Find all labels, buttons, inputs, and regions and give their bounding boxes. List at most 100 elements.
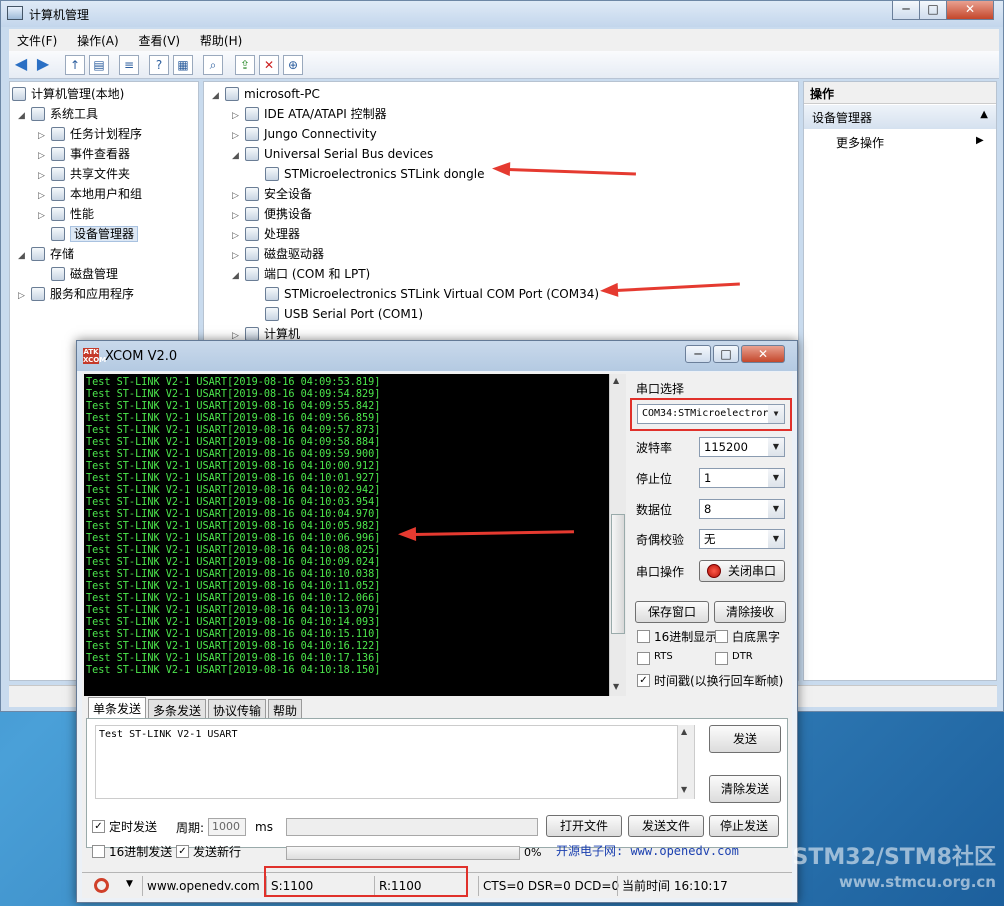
close-port-button[interactable]: 关闭串口	[699, 560, 785, 582]
device-node[interactable]: ▷ IDE ATA/ATAPI 控制器	[232, 105, 387, 123]
receive-area[interactable]: Test ST-LINK V2-1 USART[2019-08-16 04:09…	[84, 374, 626, 696]
timed-send-checkbox[interactable]: ✓	[92, 820, 105, 833]
white-bg-checkbox[interactable]	[715, 630, 728, 643]
device-node[interactable]: ▷ Jungo Connectivity	[232, 125, 377, 143]
tree-node[interactable]: 计算机管理(本地)	[12, 85, 124, 103]
menu-view[interactable]: 查看(V)	[131, 29, 189, 52]
data-bits-select[interactable]: 8	[699, 499, 785, 519]
parity-select[interactable]: 无	[699, 529, 785, 549]
expander-icon[interactable]: ▷	[232, 247, 242, 265]
hex-display-checkbox[interactable]	[637, 630, 650, 643]
clear-send-button[interactable]: 清除发送	[709, 775, 781, 803]
tab-single-send[interactable]: 单条发送	[88, 697, 147, 719]
menu-action[interactable]: 操作(A)	[69, 29, 127, 52]
hex-send-checkbox[interactable]	[92, 845, 105, 858]
tree-node[interactable]: 磁盘管理	[51, 265, 118, 283]
expander-icon[interactable]: ▷	[232, 107, 242, 125]
view-icon[interactable]: ▦	[173, 55, 193, 75]
rts-checkbox[interactable]	[637, 652, 650, 665]
scroll-thumb[interactable]	[611, 514, 625, 634]
expander-icon[interactable]: ▷	[38, 207, 48, 225]
xcom-maximize-button[interactable]: □	[713, 345, 739, 363]
tree-node[interactable]: 设备管理器	[51, 225, 139, 243]
tab-help[interactable]: 帮助	[268, 699, 303, 719]
scroll-up-icon[interactable]: ▲	[613, 376, 619, 385]
scroll-down-icon[interactable]: ▼	[681, 785, 687, 794]
device-node[interactable]: ▷ 安全设备	[232, 185, 312, 203]
device-node[interactable]: STMicroelectronics STLink dongle	[265, 165, 485, 183]
expander-icon[interactable]: ◢	[232, 267, 242, 285]
tree-node[interactable]: ◢ 系统工具	[18, 105, 98, 123]
period-input[interactable]: 1000	[208, 818, 246, 836]
expander-icon[interactable]: ◢	[18, 107, 28, 125]
device-node[interactable]: ◢ microsoft-PC	[212, 85, 320, 103]
back-icon[interactable]: ◀	[11, 55, 31, 75]
forward-icon[interactable]: ▶	[33, 55, 53, 75]
menu-file[interactable]: 文件(F)	[9, 29, 65, 52]
expander-icon[interactable]: ▷	[232, 207, 242, 225]
scroll-up-icon[interactable]: ▲	[681, 727, 687, 736]
menu-help[interactable]: 帮助(H)	[192, 29, 250, 52]
expander-icon[interactable]: ▷	[38, 167, 48, 185]
status-url[interactable]: www.openedv.com	[142, 876, 260, 896]
tree-node[interactable]: ◢ 存储	[18, 245, 74, 263]
update-driver-icon[interactable]: ⇪	[235, 55, 255, 75]
save-window-button[interactable]: 保存窗口	[635, 601, 709, 623]
expander-icon[interactable]: ▷	[38, 187, 48, 205]
expander-icon[interactable]: ▷	[38, 127, 48, 145]
send-newline-checkbox[interactable]: ✓	[176, 845, 189, 858]
expander-icon[interactable]: ◢	[18, 247, 28, 265]
open-file-button[interactable]: 打开文件	[546, 815, 622, 837]
expander-icon[interactable]: ◢	[232, 147, 242, 165]
uninstall-icon[interactable]: ✕	[259, 55, 279, 75]
up-folder-icon[interactable]: ↑	[65, 55, 85, 75]
device-node[interactable]: STMicroelectronics STLink Virtual COM Po…	[265, 285, 599, 303]
send-scrollbar[interactable]: ▲ ▼	[677, 725, 694, 799]
minimize-button[interactable]: ─	[892, 1, 920, 20]
tree-node[interactable]: ▷ 服务和应用程序	[18, 285, 134, 303]
expander-icon[interactable]: ▷	[232, 187, 242, 205]
timestamp-checkbox[interactable]: ✓	[637, 674, 650, 687]
actions-group-device-manager[interactable]: 设备管理器 ▲	[804, 105, 996, 129]
xcom-minimize-button[interactable]: ─	[685, 345, 711, 363]
site-label[interactable]: 开源电子网: www.openedv.com	[556, 842, 739, 859]
tab-protocol[interactable]: 协议传输	[208, 699, 267, 719]
dropdown-arrow-icon[interactable]: ▼	[126, 879, 133, 889]
tree-node[interactable]: ▷ 共享文件夹	[38, 165, 130, 183]
properties-icon[interactable]: ≡	[119, 55, 139, 75]
stop-bits-select[interactable]: 1	[699, 468, 785, 488]
send-file-button[interactable]: 发送文件	[628, 815, 704, 837]
device-node[interactable]: ▷ 磁盘驱动器	[232, 245, 324, 263]
tab-multi-send[interactable]: 多条发送	[148, 699, 207, 719]
device-node[interactable]: ▷ 便携设备	[232, 205, 312, 223]
tree-node[interactable]: ▷ 本地用户和组	[38, 185, 142, 203]
help-icon[interactable]: ?	[149, 55, 169, 75]
tree-node[interactable]: ▷ 任务计划程序	[38, 125, 142, 143]
tree-node[interactable]: ▷ 性能	[38, 205, 94, 223]
more-actions[interactable]: 更多操作	[836, 134, 884, 151]
clear-receive-button[interactable]: 清除接收	[714, 601, 786, 623]
device-node[interactable]: ◢ 端口 (COM 和 LPT)	[232, 265, 370, 283]
expander-icon[interactable]: ▷	[232, 127, 242, 145]
expander-icon[interactable]: ▷	[18, 287, 28, 305]
collapse-icon[interactable]: ▲	[980, 109, 988, 120]
scan-hardware-icon[interactable]: ⌕	[203, 55, 223, 75]
tree-node[interactable]: ▷ 事件查看器	[38, 145, 130, 163]
xcom-close-button[interactable]: ✕	[741, 345, 785, 363]
send-textarea[interactable]: Test ST-LINK V2-1 USART	[95, 725, 695, 799]
close-button[interactable]: ✕	[946, 1, 994, 20]
device-node[interactable]: USB Serial Port (COM1)	[265, 305, 423, 323]
device-node[interactable]: ◢ Universal Serial Bus devices	[232, 145, 433, 163]
send-button[interactable]: 发送	[709, 725, 781, 753]
stop-send-button[interactable]: 停止发送	[709, 815, 779, 837]
dtr-checkbox[interactable]	[715, 652, 728, 665]
receive-scrollbar[interactable]: ▲ ▼	[609, 374, 626, 696]
settings-gear-icon[interactable]	[94, 878, 109, 893]
expander-icon[interactable]: ◢	[212, 87, 222, 105]
show-tree-icon[interactable]: ▤	[89, 55, 109, 75]
expander-icon[interactable]: ▷	[232, 227, 242, 245]
scroll-down-icon[interactable]: ▼	[613, 682, 619, 691]
device-node[interactable]: ▷ 处理器	[232, 225, 300, 243]
expander-icon[interactable]: ▷	[38, 147, 48, 165]
baud-select[interactable]: 115200	[699, 437, 785, 457]
